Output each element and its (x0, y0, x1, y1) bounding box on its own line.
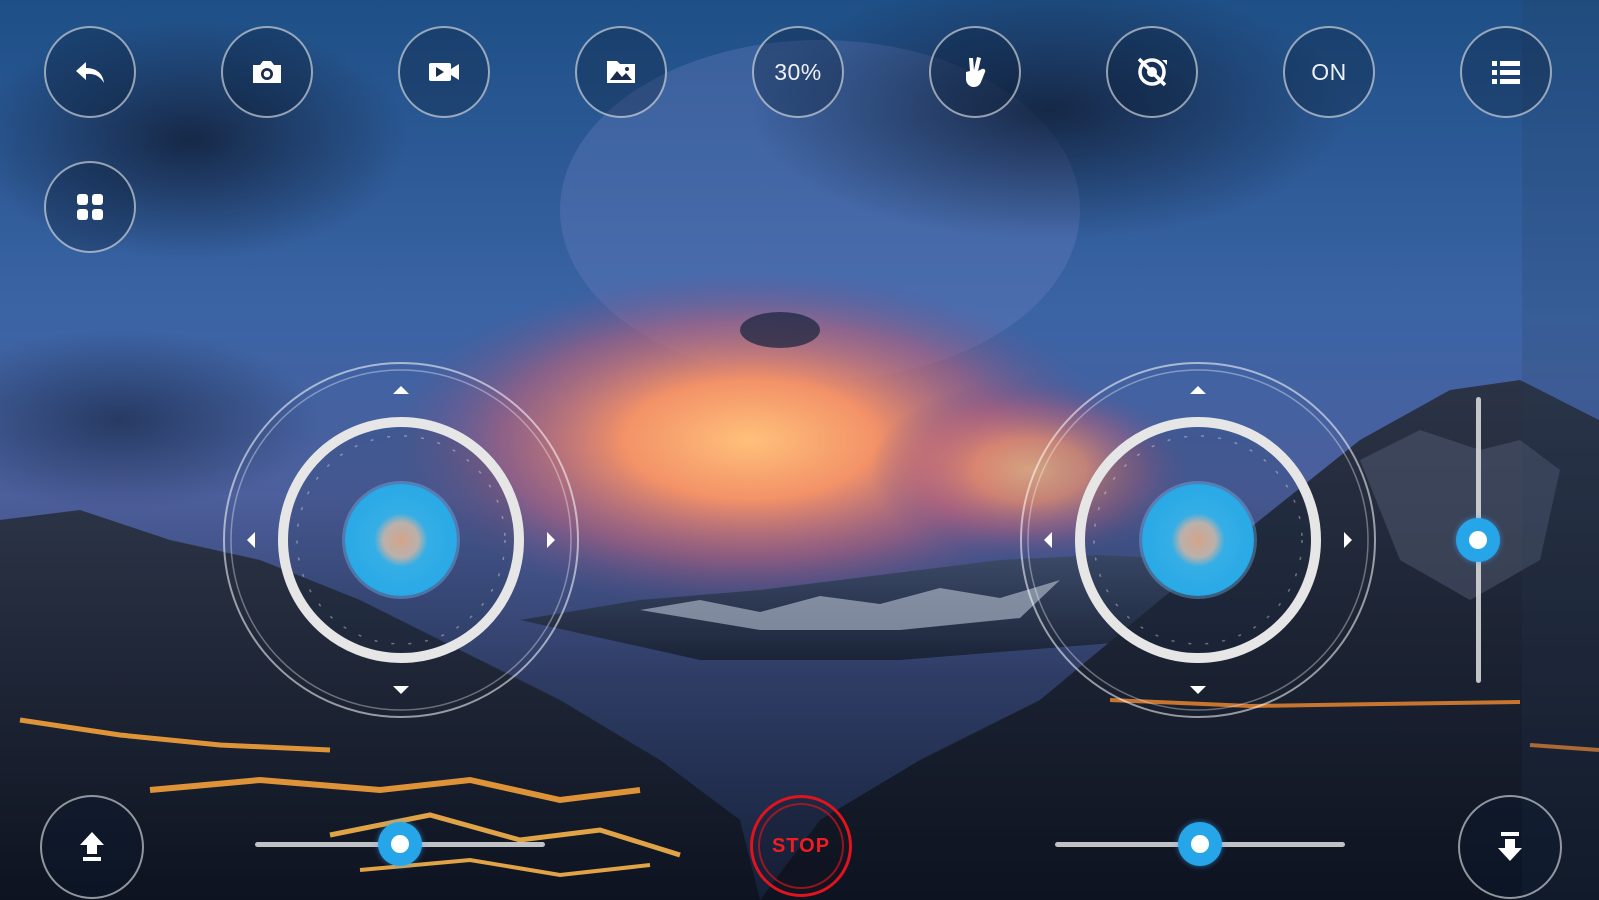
back-button[interactable] (44, 26, 136, 118)
gesture-mode-button[interactable] (929, 26, 1021, 118)
take-photo-button[interactable] (221, 26, 313, 118)
power-label: ON (1311, 58, 1347, 85)
gallery-button[interactable] (575, 26, 667, 118)
grid-apps-icon (77, 194, 103, 220)
power-toggle-button[interactable]: ON (1283, 26, 1375, 118)
left-joystick[interactable] (221, 360, 581, 720)
vertical-trim-thumb[interactable] (1456, 518, 1500, 562)
camera-icon (253, 61, 281, 83)
stop-label: STOP (771, 834, 831, 857)
headless-mode-button[interactable] (1106, 26, 1198, 118)
right-joystick-knob[interactable] (1142, 484, 1254, 596)
takeoff-button[interactable] (40, 795, 144, 899)
right-joystick[interactable] (1018, 360, 1378, 720)
more-options-button[interactable] (44, 161, 136, 253)
land-down-icon (1498, 832, 1522, 861)
left-trim-slider[interactable] (255, 822, 545, 866)
right-trim-slider[interactable] (1055, 822, 1345, 866)
record-video-button[interactable] (398, 26, 490, 118)
vertical-trim-slider[interactable] (1456, 397, 1500, 683)
speed-button[interactable]: 30% (752, 26, 844, 118)
right-edge-overlay (1522, 0, 1599, 900)
menu-button[interactable] (1460, 26, 1552, 118)
headless-mode-icon (1137, 57, 1167, 87)
gesture-hand-icon (966, 57, 986, 87)
emergency-stop-button[interactable]: STOP (750, 795, 852, 897)
back-arrow-icon (76, 62, 104, 83)
speed-label: 30% (774, 58, 822, 85)
video-camera-icon (429, 63, 459, 81)
left-trim-thumb[interactable] (378, 822, 422, 866)
right-trim-thumb[interactable] (1178, 822, 1222, 866)
takeoff-up-icon (80, 832, 104, 861)
land-button[interactable] (1458, 795, 1562, 899)
menu-list-icon (1492, 61, 1520, 84)
left-joystick-knob[interactable] (345, 484, 457, 596)
gallery-folder-icon (607, 61, 635, 83)
